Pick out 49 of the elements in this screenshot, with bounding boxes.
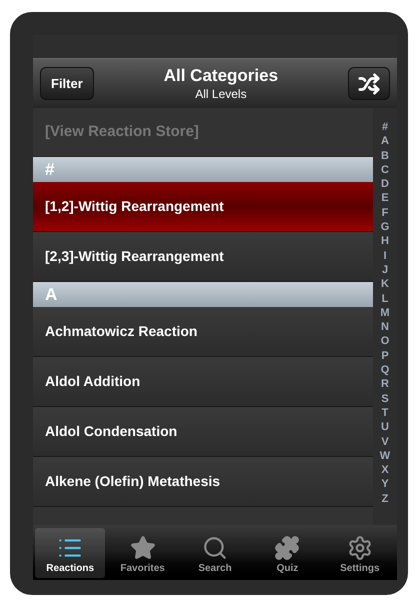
index-letter[interactable]: B (381, 148, 389, 163)
index-letter[interactable]: Q (380, 363, 390, 378)
reaction-row[interactable]: [2,3]-Wittig Rearrangement (33, 232, 373, 282)
star-icon (130, 534, 156, 560)
filter-button[interactable]: Filter (40, 67, 94, 100)
index-letter[interactable]: P (381, 348, 389, 364)
index-letter[interactable]: M (380, 306, 390, 320)
index-letter[interactable]: K (381, 277, 389, 292)
reaction-row[interactable]: Achmatowicz Reaction (33, 307, 373, 357)
tab[interactable]: Favorites (107, 528, 178, 578)
index-letter[interactable]: L (382, 292, 388, 306)
index-letter[interactable]: W (380, 448, 390, 464)
index-letter[interactable]: C (381, 162, 389, 178)
index-letter[interactable]: S (381, 392, 389, 406)
reaction-row[interactable]: [1,2]-Wittig Rearrangement (33, 182, 373, 232)
index-letter[interactable]: Z (382, 492, 388, 506)
index-letter[interactable]: F (382, 206, 388, 220)
index-letter[interactable]: J (382, 262, 388, 278)
index-letter[interactable]: V (381, 434, 389, 449)
index-letter[interactable]: X (381, 463, 389, 478)
puzzle-icon (274, 534, 300, 560)
section-header: # (33, 157, 373, 182)
reaction-row[interactable]: Alkene (Olefin) Metathesis (33, 457, 373, 507)
index-letter[interactable]: N (381, 320, 389, 334)
index-letter[interactable]: H (381, 234, 389, 249)
tab[interactable]: Reactions (35, 528, 106, 578)
tab[interactable]: Quiz (252, 528, 323, 578)
index-letter[interactable]: T (382, 406, 388, 420)
index-letter[interactable]: O (380, 334, 390, 349)
index-letter[interactable]: Y (381, 477, 389, 492)
shuffle-button[interactable] (348, 67, 390, 100)
section-header: A (33, 282, 373, 307)
index-letter[interactable]: D (381, 177, 389, 192)
index-letter[interactable]: A (381, 134, 389, 149)
index-letter[interactable]: I (383, 248, 387, 263)
nav-subtitle: All Levels (195, 86, 247, 102)
index-letter[interactable]: R (381, 377, 389, 392)
index-letter[interactable]: G (380, 220, 390, 234)
index-letter[interactable]: E (381, 191, 389, 206)
index-letter[interactable]: # (382, 120, 388, 134)
reaction-row[interactable]: Aldol Addition (33, 357, 373, 407)
search-icon (202, 534, 228, 560)
tab[interactable]: Settings (324, 528, 396, 578)
index-letter[interactable]: U (381, 420, 389, 435)
gear-icon (346, 534, 373, 560)
shuffle-icon (358, 72, 380, 94)
tab[interactable]: Search (180, 528, 250, 578)
reaction-row[interactable]: Aldol Condensation (33, 407, 373, 457)
nav-title: All Categories (164, 65, 278, 87)
